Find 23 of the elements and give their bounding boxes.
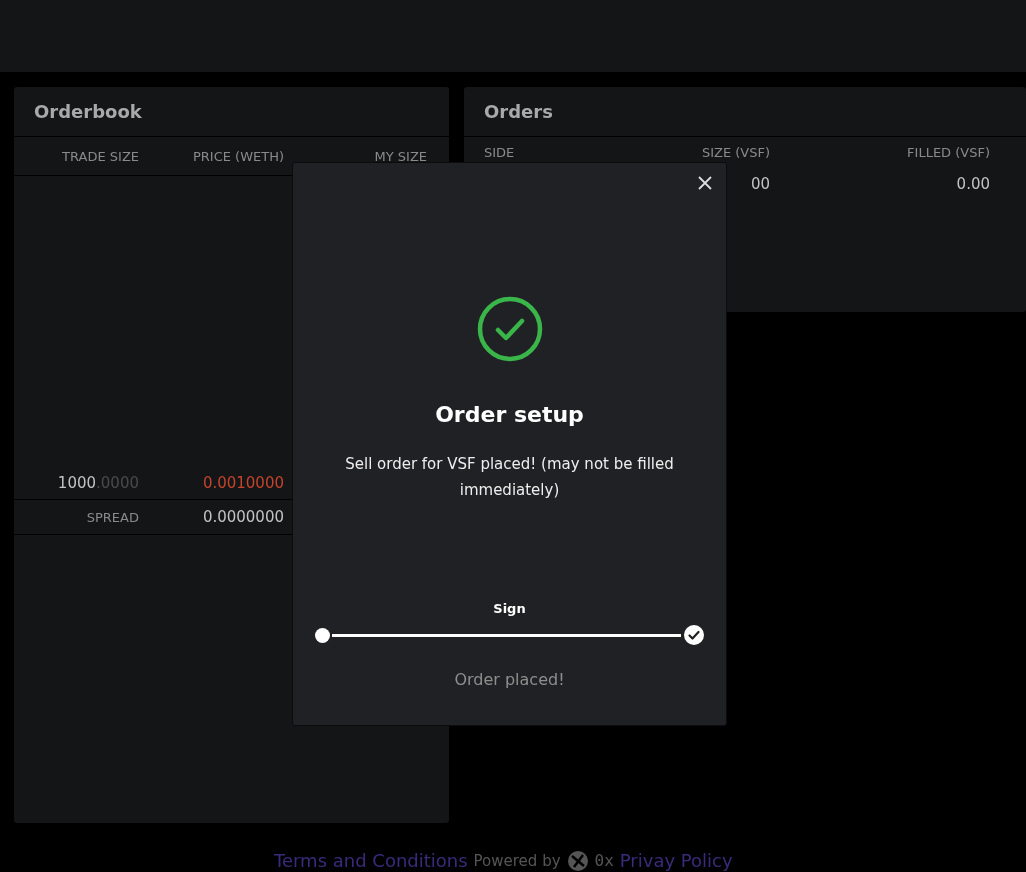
panel-title: Orders <box>484 101 553 122</box>
column-header: TRADE SIZE <box>61 148 139 164</box>
price: 0.0010000 <box>201 473 284 492</box>
column-header: SIZE (VSF) <box>700 144 770 160</box>
brand-name: 0x <box>594 851 614 871</box>
modal-message: Sell order for VSF placed! (may not be filled immediately) <box>344 454 675 501</box>
spread-value: 0.0000000 <box>201 508 284 526</box>
step-start-dot <box>314 627 330 643</box>
privacy-link[interactable]: Privay Policy <box>619 851 733 871</box>
success-check-icon <box>476 296 543 362</box>
table-cell: 0.00 <box>956 175 990 193</box>
column-header: FILLED (VSF) <box>906 144 990 160</box>
spread-label: SPREAD <box>85 509 139 525</box>
panel-title: Orderbook <box>34 101 142 122</box>
terms-link[interactable]: Terms and Conditions <box>274 851 468 871</box>
step-label: Sign <box>493 601 526 616</box>
table-cell: 00 <box>750 175 770 193</box>
column-header: PRICE (WETH) <box>191 148 284 164</box>
powered-by-text: Powered by <box>473 851 561 871</box>
status-text: Order placed! <box>454 670 565 689</box>
modal-title: Order setup <box>435 402 584 427</box>
column-header: SIDE <box>484 144 516 160</box>
column-header: MY SIZE <box>373 148 427 164</box>
